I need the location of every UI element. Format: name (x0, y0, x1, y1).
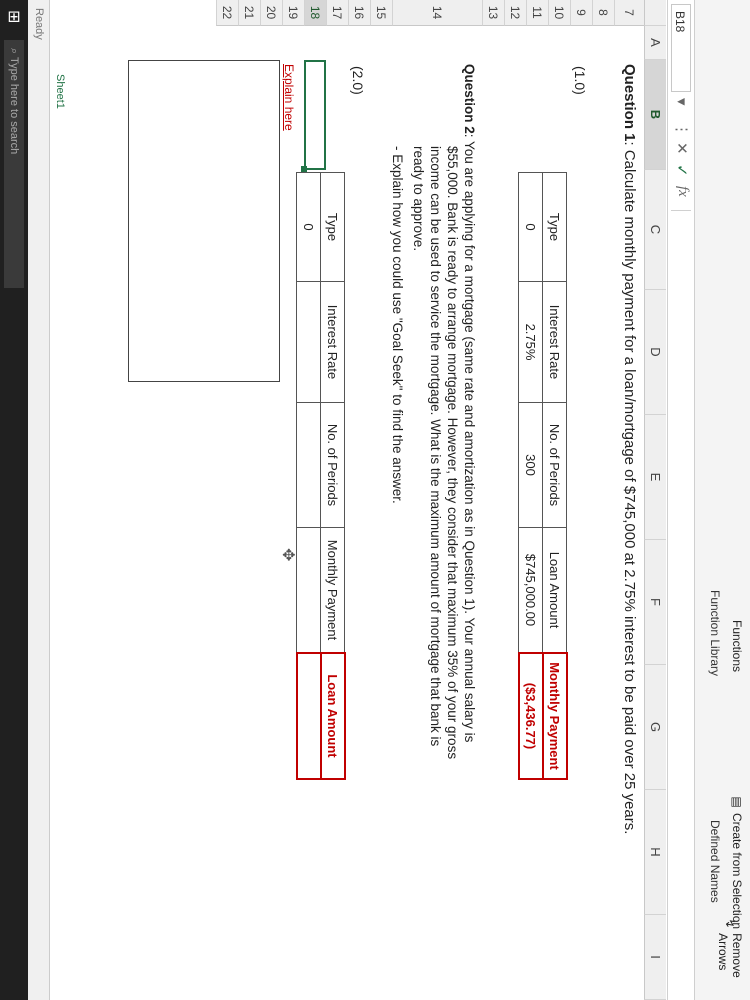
table-row: 0 2.75% 300 $745,000.00 ($3,436.77) (519, 172, 543, 779)
q1-header-monthly-payment[interactable]: Monthly Payment (543, 653, 567, 779)
q1-header-loan-amount[interactable]: Loan Amount (543, 527, 567, 653)
q1-value-loan-amount[interactable]: $745,000.00 (519, 527, 543, 653)
row-header-12[interactable]: 12 (504, 0, 526, 26)
question1-label: Question 1 (621, 64, 638, 142)
q2-header-periods[interactable]: No. of Periods (321, 402, 345, 528)
row-header-14[interactable]: 14 (392, 0, 482, 26)
question2-text: Question 2: You are applying for a mortg… (389, 64, 478, 759)
question1-body: : Calculate monthly payment for a loan/m… (621, 141, 638, 835)
q1-value-interest-rate[interactable]: 2.75% (519, 281, 543, 403)
row-header-21[interactable]: 21 (238, 0, 260, 26)
status-text: Ready (33, 8, 45, 40)
row-header-20[interactable]: 20 (260, 0, 282, 26)
question2-line2: $55,000. Bank is ready to arrange mortga… (445, 146, 460, 760)
function-library-group-label: Function Library (708, 590, 722, 677)
row-header-11[interactable]: 11 (526, 0, 548, 26)
q2-value-periods[interactable] (297, 402, 321, 528)
select-all-corner[interactable] (644, 0, 666, 26)
column-header-e[interactable]: E (644, 415, 666, 540)
taskbar-search-placeholder: Type here to search (8, 57, 20, 155)
q1-value-type[interactable]: 0 (519, 172, 543, 282)
create-from-selection-button[interactable]: ▤ Create from Selection (730, 795, 744, 929)
sheet-tab-sheet1[interactable]: Sheet1 (48, 64, 70, 119)
table-row: Type Interest Rate No. of Periods Monthl… (321, 172, 345, 779)
q1-header-type[interactable]: Type (543, 172, 567, 282)
more-options-icon: ⋮ (673, 122, 690, 137)
column-header-d[interactable]: D (644, 290, 666, 415)
q2-value-interest-rate[interactable] (297, 281, 321, 403)
remove-arrows-button[interactable]: ↯ Remove Arrows (716, 918, 744, 1000)
column-header-g[interactable]: G (644, 665, 666, 790)
search-icon: ⌕ (8, 48, 20, 58)
create-from-selection-icon: ▤ (730, 796, 744, 808)
row-header-8[interactable]: 8 (592, 0, 614, 26)
selected-cell-b18[interactable] (304, 60, 326, 170)
question2-mark: (2.0) (350, 66, 366, 95)
q2-value-loan-amount[interactable] (297, 653, 321, 779)
column-header-i[interactable]: I (644, 915, 666, 1000)
windows-start-icon[interactable]: ⊞ (4, 10, 24, 23)
insert-function-icon[interactable]: fx (674, 186, 691, 197)
ribbon: Functions Function Library ▤ Create from… (694, 0, 750, 1000)
q2-header-monthly-payment[interactable]: Monthly Payment (321, 527, 345, 653)
cell-cursor-icon: ✥ (279, 548, 296, 562)
table-row: Type Interest Rate No. of Periods Loan A… (543, 172, 567, 779)
question2-table: Type Interest Rate No. of Periods Monthl… (296, 172, 346, 780)
question1-table: Type Interest Rate No. of Periods Loan A… (518, 172, 568, 780)
question2-line3: income can be used to service the mortga… (428, 146, 443, 747)
row-header-22[interactable]: 22 (216, 0, 238, 26)
question1-text: Question 1: Calculate monthly payment fo… (621, 64, 638, 834)
column-header-a[interactable]: A (644, 26, 666, 60)
formula-bar: B18 ▾ ⋮ ✕ ✓ fx (667, 0, 694, 1000)
photo-stage: Functions Function Library ▤ Create from… (0, 0, 750, 1000)
q2-value-monthly-payment[interactable] (297, 527, 321, 653)
taskbar-search-box[interactable]: ⌕ Type here to search (4, 40, 24, 288)
q2-value-type[interactable]: 0 (297, 172, 321, 282)
row-header-16[interactable]: 16 (348, 0, 370, 26)
q1-value-monthly-payment[interactable]: ($3,436.77) (519, 653, 543, 779)
q2-header-loan-amount[interactable]: Loan Amount (321, 653, 345, 779)
column-header-f[interactable]: F (644, 540, 666, 665)
status-bar: Ready (27, 0, 50, 1000)
row-header-18[interactable]: 18 (304, 0, 326, 26)
q1-header-interest-rate[interactable]: Interest Rate (543, 281, 567, 403)
row-header-7[interactable]: 7 (614, 0, 644, 26)
question2-label: Question 2 (462, 64, 477, 134)
column-header-b[interactable]: B (644, 60, 666, 170)
row-header-9[interactable]: 9 (570, 0, 592, 26)
functions-dropdown[interactable]: Functions (730, 620, 744, 672)
enter-icon[interactable]: ✓ (673, 164, 691, 177)
explain-text-box[interactable] (128, 60, 280, 382)
windows-taskbar: ⊞ ⌕ Type here to search (0, 0, 28, 1000)
cancel-icon[interactable]: ✕ (673, 142, 691, 155)
column-header-h[interactable]: H (644, 790, 666, 915)
row-header-17[interactable]: 17 (326, 0, 348, 26)
row-header-15[interactable]: 15 (370, 0, 392, 26)
name-box[interactable]: B18 (671, 4, 691, 92)
explain-here-label: Explain here (282, 64, 296, 131)
table-row: 0 (297, 172, 321, 779)
question2-line1: : You are applying for a mortgage (same … (462, 133, 477, 743)
q2-header-interest-rate[interactable]: Interest Rate (321, 281, 345, 403)
q1-value-periods[interactable]: 300 (519, 402, 543, 528)
excel-window: Functions Function Library ▤ Create from… (0, 0, 750, 1000)
q1-header-periods[interactable]: No. of Periods (543, 402, 567, 528)
row-header-13[interactable]: 13 (482, 0, 504, 26)
question1-mark: (1.0) (572, 66, 588, 95)
q2-header-type[interactable]: Type (321, 172, 345, 282)
row-header-10[interactable]: 10 (548, 0, 570, 26)
column-header-c[interactable]: C (644, 170, 666, 290)
fill-handle[interactable] (301, 166, 307, 172)
question2-line4: ready to approve. (411, 146, 426, 252)
name-box-dropdown-icon[interactable]: ▾ (673, 98, 691, 106)
question2-line5: - Explain how you could use "Goal Seek" … (390, 146, 405, 504)
formula-input[interactable] (671, 210, 691, 991)
row-header-19[interactable]: 19 (282, 0, 304, 26)
remove-arrows-icon: ↯ (723, 918, 737, 929)
defined-names-group-label: Defined Names (708, 820, 722, 903)
